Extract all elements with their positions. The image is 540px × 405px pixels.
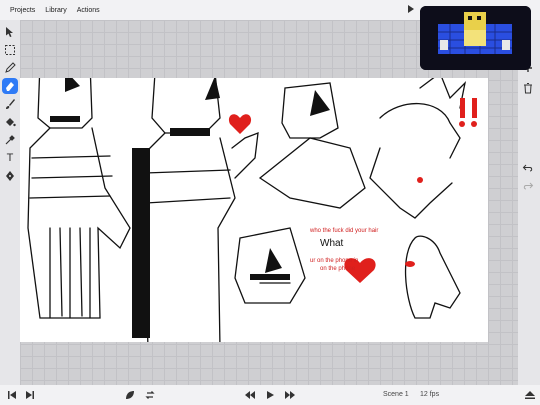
tool-sidebar: T <box>0 20 20 385</box>
menu-library[interactable]: Library <box>45 7 66 14</box>
canvas-text-what: What <box>320 238 344 249</box>
play-icon[interactable] <box>264 389 276 401</box>
menu-actions[interactable]: Actions <box>77 7 100 14</box>
rewind-icon[interactable] <box>244 389 256 401</box>
brush-icon[interactable] <box>2 96 18 112</box>
fast-forward-icon[interactable] <box>284 389 296 401</box>
canvas-note-phone2: on the phone <box>320 266 356 272</box>
scene-label[interactable]: Scene 1 <box>383 391 409 398</box>
menu-projects[interactable]: Projects <box>10 7 35 14</box>
undo-icon[interactable] <box>520 160 536 176</box>
eject-icon[interactable] <box>524 389 536 401</box>
trash-icon[interactable] <box>520 80 536 96</box>
text-tool-icon[interactable]: T <box>2 150 18 166</box>
next-frame-icon[interactable] <box>24 389 36 401</box>
canvas-note-phone: ur on the phone in <box>310 258 359 264</box>
select-arrow-icon[interactable] <box>2 24 18 40</box>
animation-preview-thumbnail[interactable] <box>420 6 531 70</box>
eyedropper-icon[interactable] <box>2 132 18 148</box>
sketch-drawing <box>27 62 477 349</box>
eraser-icon[interactable] <box>2 78 18 94</box>
play-preview-icon[interactable] <box>408 5 414 13</box>
pen-tool-icon[interactable] <box>2 168 18 184</box>
drawing-paper[interactable]: who the fuck did your hair What ur on th… <box>20 62 488 349</box>
preview-game-scene <box>420 6 531 70</box>
canvas-note-hair: who the fuck did your hair <box>310 228 379 234</box>
pencil-icon[interactable] <box>2 60 18 76</box>
right-sidebar <box>518 20 540 385</box>
prev-frame-icon[interactable] <box>6 389 18 401</box>
fps-label[interactable]: 12 fps <box>420 391 439 398</box>
marquee-select-icon[interactable] <box>2 42 18 58</box>
timeline-bar: Scene 1 12 fps <box>0 385 540 405</box>
onion-skin-icon[interactable] <box>124 389 136 401</box>
redo-icon[interactable] <box>520 178 536 194</box>
loop-icon[interactable] <box>144 389 156 401</box>
fill-bucket-icon[interactable] <box>2 114 18 130</box>
text-tool-glyph: T <box>6 152 14 164</box>
